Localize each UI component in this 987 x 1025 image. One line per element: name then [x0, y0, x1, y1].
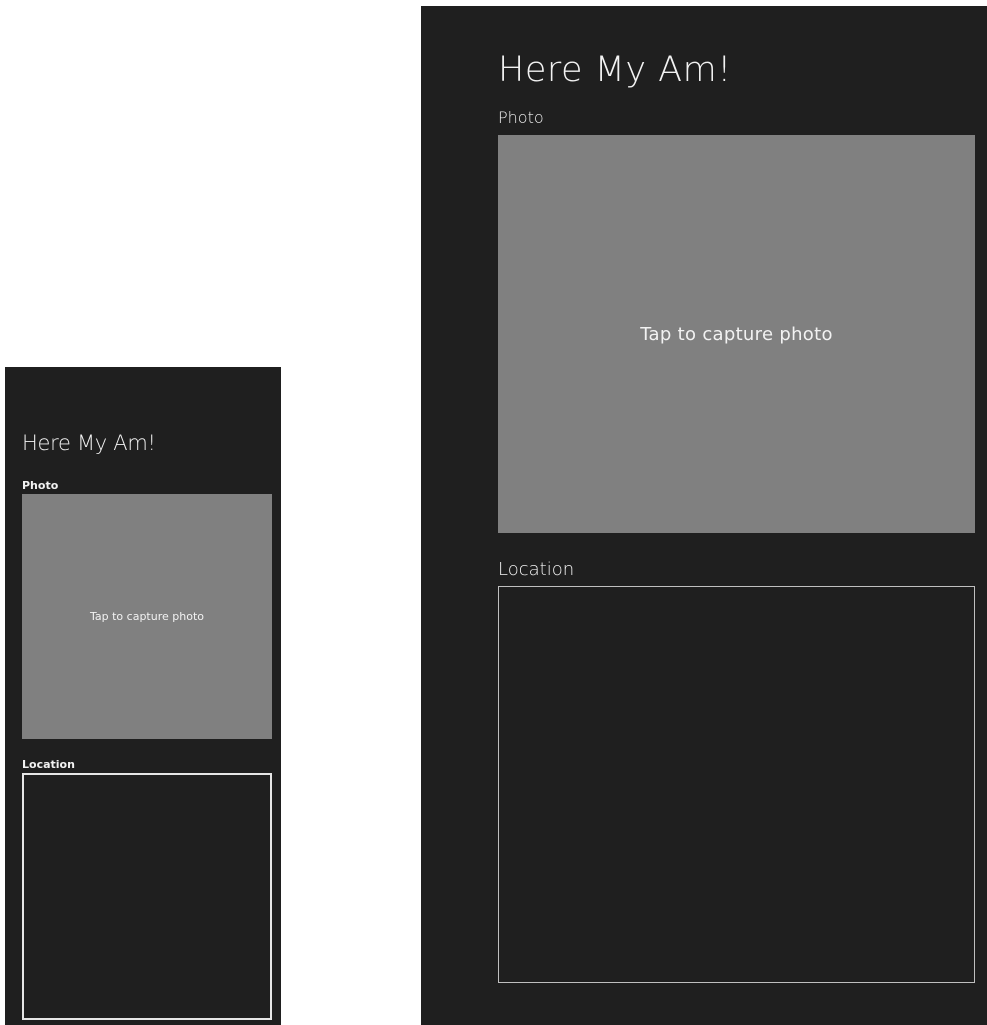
page-title: Here My Am!: [22, 431, 156, 455]
photo-section-label: Photo: [498, 108, 544, 127]
photo-section-label: Photo: [22, 479, 59, 492]
photo-capture-area[interactable]: Tap to capture photo: [22, 494, 272, 739]
location-section-label: Location: [22, 758, 75, 771]
photo-capture-area[interactable]: Tap to capture photo: [498, 135, 975, 533]
location-map-area[interactable]: [498, 586, 975, 983]
location-section-label: Location: [498, 559, 575, 580]
location-map-area[interactable]: [22, 773, 272, 1020]
app-window-full-view: Here My Am! Photo Tap to capture photo L…: [421, 6, 987, 1025]
app-window-snapped-view: Here My Am! Photo Tap to capture photo L…: [5, 367, 281, 1025]
photo-capture-prompt: Tap to capture photo: [90, 610, 204, 623]
page-title: Here My Am!: [498, 50, 732, 90]
photo-capture-prompt: Tap to capture photo: [640, 323, 833, 345]
